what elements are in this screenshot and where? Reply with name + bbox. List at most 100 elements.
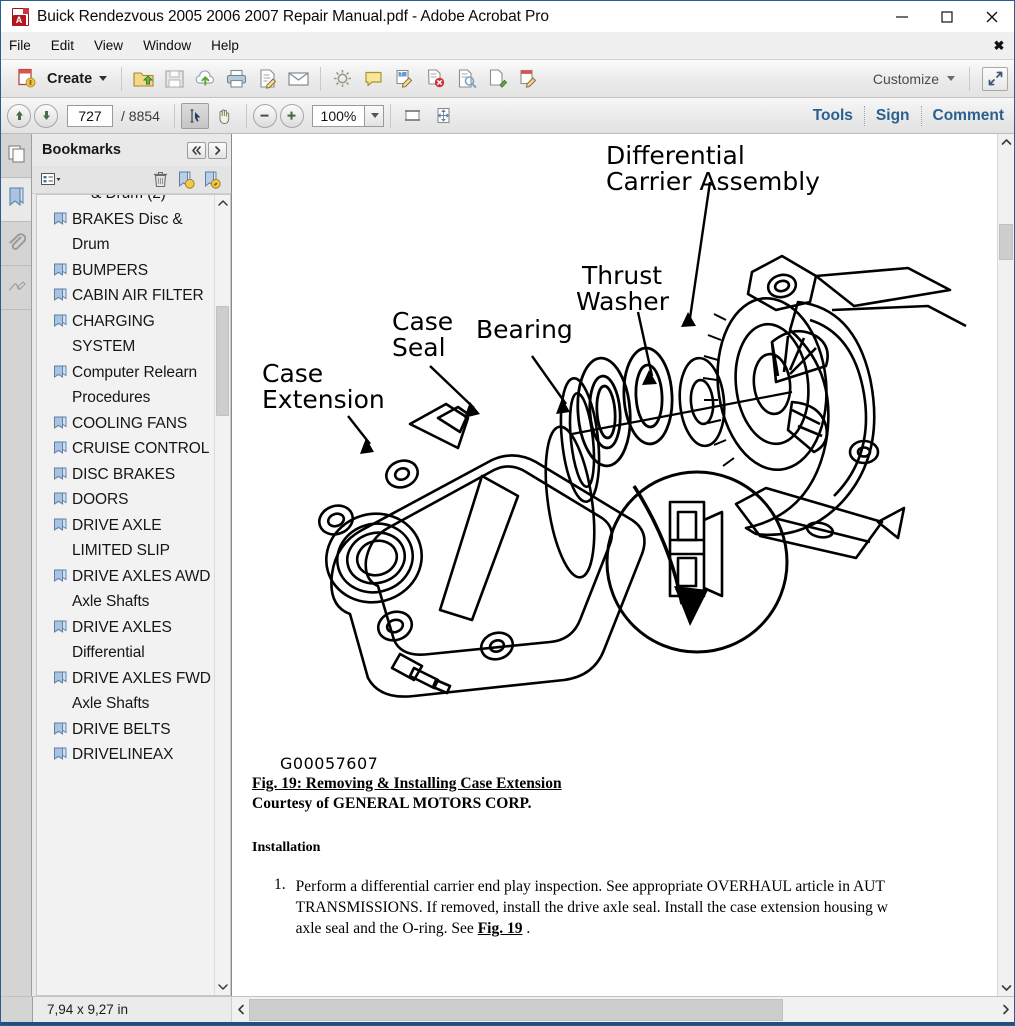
double-chevron-left-icon[interactable] xyxy=(187,141,206,159)
step-line-2: TRANSMISSIONS. If removed, install the d… xyxy=(295,899,888,916)
rail-item-attachments[interactable] xyxy=(1,222,31,266)
settings-gear-icon[interactable] xyxy=(327,63,358,94)
menu-help[interactable]: Help xyxy=(201,32,249,59)
menu-file[interactable]: File xyxy=(1,32,41,59)
rail-filler xyxy=(1,310,31,996)
chevron-right-icon[interactable] xyxy=(208,141,227,159)
sign-document-icon[interactable] xyxy=(252,63,283,94)
chevron-right-icon[interactable] xyxy=(997,1004,1014,1015)
new-bookmark-icon[interactable] xyxy=(173,169,199,191)
horizontal-scrollbar[interactable] xyxy=(231,996,1014,1023)
bookmark-item[interactable]: BUMPERS xyxy=(39,258,214,284)
menu-view[interactable]: View xyxy=(84,32,133,59)
comment-bubble-icon[interactable] xyxy=(358,63,389,94)
bookmark-page-icon xyxy=(53,671,68,691)
stamp-icon[interactable] xyxy=(482,63,513,94)
tools-button[interactable]: Tools xyxy=(802,107,864,125)
arrow-down-icon[interactable] xyxy=(34,103,58,128)
rail-item-bookmarks[interactable] xyxy=(1,178,31,222)
bookmarks-panel: Bookmarks BRAKES Disc & Drum BUMPERS CAB… xyxy=(32,134,232,996)
document-scroll-thumb[interactable] xyxy=(999,224,1013,260)
sign-button[interactable]: Sign xyxy=(865,107,921,125)
document-scrollbar[interactable] xyxy=(997,134,1014,996)
customize-button[interactable]: Customize xyxy=(865,71,963,87)
search-document-icon[interactable] xyxy=(451,63,482,94)
bookmark-item[interactable]: DOORS xyxy=(39,487,214,513)
menu-edit[interactable]: Edit xyxy=(41,32,84,59)
minimize-button[interactable] xyxy=(879,1,924,32)
save-icon[interactable] xyxy=(159,63,190,94)
figure-container: Differential Carrier Assembly Thrust Was… xyxy=(232,134,997,774)
horizontal-scroll-track[interactable] xyxy=(249,997,997,1023)
plus-icon[interactable] xyxy=(279,103,304,128)
bookmark-item[interactable]: COOLING FANS xyxy=(39,411,214,437)
bookmark-page-icon xyxy=(53,492,68,512)
bookmark-item[interactable]: Computer Relearn Procedures xyxy=(39,360,214,411)
bookmark-item[interactable]: DRIVE AXLE LIMITED SLIP xyxy=(39,513,214,564)
bookmark-item[interactable]: CRUISE CONTROL xyxy=(39,436,214,462)
print-icon[interactable] xyxy=(221,63,252,94)
bookmark-item[interactable]: DRIVE AXLES Differential xyxy=(39,615,214,666)
page-number-input[interactable] xyxy=(67,104,113,127)
menu-window[interactable]: Window xyxy=(133,32,201,59)
chevron-down-icon[interactable] xyxy=(215,979,230,995)
bookmarks-list[interactable]: & Drum (2) BRAKES Disc & Drum BUMPERS CABIN… xyxy=(37,195,214,995)
horizontal-scroll-thumb[interactable] xyxy=(249,998,783,1021)
redact-icon[interactable] xyxy=(420,63,451,94)
expand-arrows-icon[interactable] xyxy=(982,66,1008,91)
bookmark-item[interactable]: CHARGING SYSTEM xyxy=(39,309,214,360)
zoom-dropdown-button[interactable] xyxy=(363,104,384,127)
email-icon[interactable] xyxy=(283,63,314,94)
highlight-text-icon[interactable]: T xyxy=(389,63,420,94)
bookmark-item[interactable]: DRIVE AXLES AWD Axle Shafts xyxy=(39,564,214,615)
trash-icon[interactable] xyxy=(147,169,173,191)
select-text-icon[interactable] xyxy=(180,102,209,129)
figure-reference-link[interactable]: Fig. 19 xyxy=(478,920,523,937)
bookmarks-scroll-track[interactable] xyxy=(215,211,230,979)
bookmark-item[interactable]: DRIVELINEAX xyxy=(39,742,214,768)
pdf-page[interactable]: Differential Carrier Assembly Thrust Was… xyxy=(232,134,997,996)
upload-cloud-icon[interactable] xyxy=(190,63,221,94)
comment-button[interactable]: Comment xyxy=(922,107,1008,125)
chevron-down-icon[interactable] xyxy=(998,980,1014,996)
bookmark-item[interactable]: DRIVE BELTS xyxy=(39,717,214,743)
close-document-button[interactable]: ✖ xyxy=(988,32,1010,59)
bookmarks-scrollbar[interactable] xyxy=(214,195,230,995)
callout-thrust-washer-line1: Thrust xyxy=(581,261,662,290)
edit-pdf-icon[interactable] xyxy=(513,63,544,94)
bookmark-item-label: CRUISE CONTROL xyxy=(72,440,210,457)
chevron-up-icon[interactable] xyxy=(998,134,1014,150)
rail-item-page-thumbnails[interactable] xyxy=(1,134,31,178)
options-list-icon[interactable] xyxy=(38,169,64,191)
chevron-down-icon xyxy=(99,76,108,81)
rail-item-signatures[interactable] xyxy=(1,266,31,310)
fit-width-icon[interactable] xyxy=(397,100,428,131)
zoom-level-input[interactable] xyxy=(311,104,364,127)
arrow-up-icon[interactable] xyxy=(7,103,31,128)
bookmarks-scroll-thumb[interactable] xyxy=(216,306,229,416)
bookmark-item[interactable]: BRAKES Disc & Drum xyxy=(39,207,214,258)
maximize-button[interactable] xyxy=(924,1,969,32)
close-button[interactable] xyxy=(969,1,1014,32)
open-folder-icon[interactable] xyxy=(128,63,159,94)
fit-page-icon[interactable] xyxy=(428,100,459,131)
chevron-left-icon[interactable] xyxy=(232,1004,249,1015)
minus-icon[interactable] xyxy=(252,103,277,128)
edit-bookmark-icon[interactable] xyxy=(199,169,225,191)
figure-courtesy: Courtesy of GENERAL MOTORS CORP. xyxy=(252,795,532,812)
hand-icon[interactable] xyxy=(209,100,240,131)
chevron-up-icon[interactable] xyxy=(215,195,230,211)
bookmark-item-label: DOORS xyxy=(72,491,129,508)
bookmark-item[interactable]: & Drum (2) xyxy=(39,195,214,207)
bookmark-item[interactable]: DRIVE AXLES FWD Axle Shafts xyxy=(39,666,214,717)
bookmark-item-label: COOLING FANS xyxy=(72,414,188,432)
document-scroll-track[interactable] xyxy=(998,150,1014,980)
acrobat-pdf-icon: A xyxy=(1,7,31,26)
create-button[interactable]: Create xyxy=(7,64,115,94)
bookmark-item[interactable]: CABIN AIR FILTER xyxy=(39,283,214,309)
signature-pen-icon xyxy=(7,276,26,300)
bookmark-item[interactable]: DISC BRAKES xyxy=(39,462,214,488)
bookmark-page-icon xyxy=(53,416,68,436)
menu-bar: File Edit View Window Help ✖ xyxy=(1,32,1014,59)
page-text: Fig. 19: Removing & Installing Case Exte… xyxy=(232,774,997,939)
